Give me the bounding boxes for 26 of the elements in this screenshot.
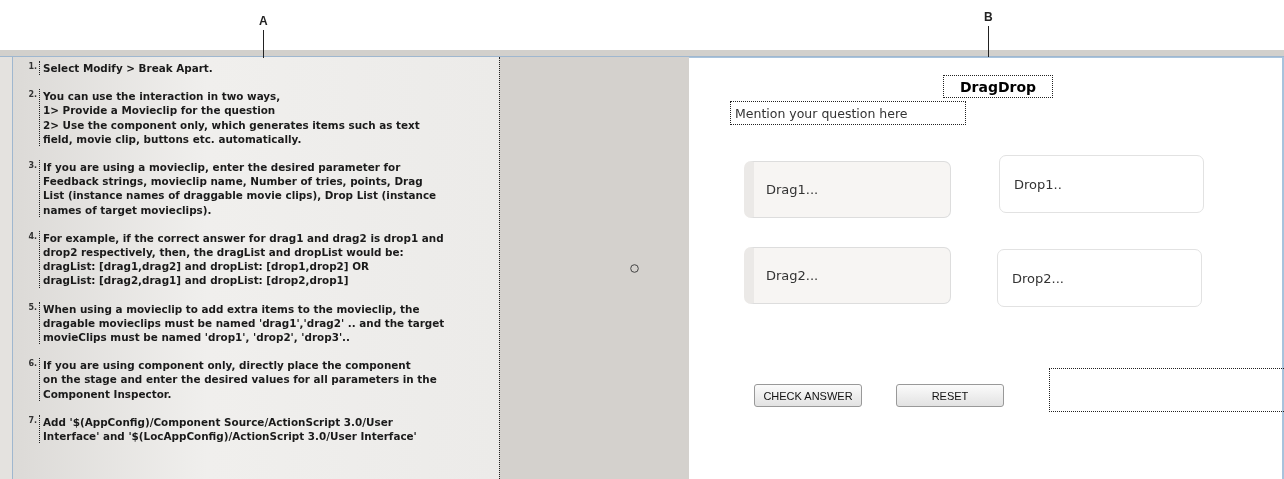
callout-label: B [984,10,993,24]
instruction-text: When using a movieclip to add extra items to the movieclip, the dragable movieclips must be named 'drag1','drag2' .. and the target movieClips must be named 'drop1', 'drop2', 'drop3'.. [39,301,445,345]
instruction-text: You can use the interaction in two ways, 1> Provide a Movieclip for the question 2> Use the component only, which generates items such as text field, movie clip, buttons etc. automatically. [39,89,420,146]
instruction-text: For example, if the correct answer for drag1 and drag2 is drop1 and drop2 respectively, then, the dragList and dropList would be: dragList: [drag1,drag2] and dropList: [drop1,drop2] OR dragList: [drag2,drag1] and dropList: [drop2,drop1] [39,230,444,288]
question-text: Mention your question here [730,101,966,125]
leader-line [988,26,989,58]
instruction-text: If you are using a movieclip, enter the desired parameter for Feedback strings, movieclip name, Number of tries, points, Drag List (instance names of draggable movie clips), Drop List (instance names of target movieclips). [39,160,437,217]
step-number: 4. [27,230,37,243]
step-number: 5. [27,301,37,314]
drop-target[interactable]: Drop2... [997,249,1202,307]
reset-button[interactable]: RESET [896,384,1004,407]
instruction-text: Select Modify > Break Apart. [39,61,213,76]
step-number: 2. [27,89,37,102]
drag-item[interactable]: Drag1... [744,161,951,218]
component-title: DragDrop [943,75,1053,98]
step-number: 3. [27,160,37,172]
registration-point-icon [630,263,639,273]
drop-target[interactable]: Drop1.. [999,155,1204,213]
check-answer-button[interactable]: CHECK ANSWER [754,384,862,407]
drag-item[interactable]: Drag2... [744,247,951,304]
step-number: 6. [27,358,37,371]
callout-label: A [259,14,268,28]
step-number: 7. [27,414,37,427]
step-number: 1. [27,61,37,73]
instruction-text: If you are using component only, directly place the component on the stage and enter the desired values for all parameters in the Component Inspector. [39,358,437,401]
instruction-text: Add '$(AppConfig)/Component Source/ActionScript 3.0/User Interface' and '$(LocAppConfig)/ActionScript 3.0/User Interface' [39,414,417,444]
